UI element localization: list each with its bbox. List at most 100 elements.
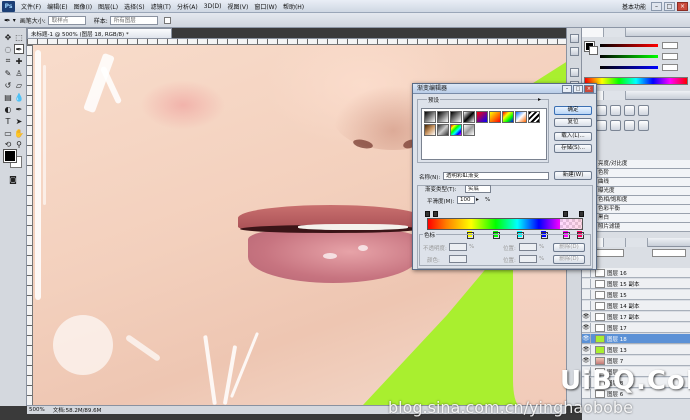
- layer-row[interactable]: 图层 14 副本: [582, 300, 690, 311]
- menu-filter[interactable]: 滤镜(T): [148, 2, 174, 11]
- gradient-tool-icon[interactable]: ▤: [3, 92, 13, 102]
- adjustment-preset-row[interactable]: 曲线: [596, 178, 690, 187]
- preset-swatch[interactable]: [450, 111, 462, 123]
- brightness-contrast-icon[interactable]: [596, 105, 607, 116]
- dialog-minimize-icon[interactable]: –: [562, 85, 572, 93]
- preset-swatch[interactable]: [424, 111, 436, 123]
- 3d-tool-icon[interactable]: ⟲: [3, 139, 13, 149]
- preset-swatch[interactable]: [476, 111, 488, 123]
- opacity-field[interactable]: [652, 249, 686, 257]
- opacity-stop[interactable]: [425, 211, 430, 217]
- color-spectrum-bar[interactable]: [584, 77, 688, 85]
- opacity-stop[interactable]: [433, 211, 438, 217]
- eye-icon[interactable]: [582, 289, 591, 300]
- document-tab[interactable]: 未标题-1 @ 500% (图层 18, RGB/8) *: [27, 28, 172, 38]
- type-tool-icon[interactable]: T: [3, 116, 13, 126]
- opacity-stop[interactable]: [579, 211, 584, 217]
- menu-help[interactable]: 帮助(H): [280, 2, 307, 11]
- workspace-switcher[interactable]: 基本功能: [617, 2, 651, 11]
- adjustment-preset-row[interactable]: 色阶: [596, 169, 690, 178]
- minimize-icon[interactable]: –: [651, 1, 662, 11]
- ok-button[interactable]: 确定: [554, 106, 592, 115]
- menu-select[interactable]: 选择(S): [121, 2, 148, 11]
- hue-saturation-icon[interactable]: [610, 120, 621, 131]
- eye-icon[interactable]: 👁: [582, 344, 591, 355]
- healing-tool-icon[interactable]: ✚: [14, 56, 24, 66]
- opacity-stop[interactable]: [563, 211, 568, 217]
- eye-icon[interactable]: [582, 278, 591, 289]
- presets-menu-icon[interactable]: ▸: [538, 96, 541, 103]
- preset-swatch[interactable]: [463, 111, 475, 123]
- eyedropper-icon[interactable]: ✒: [4, 16, 11, 25]
- eye-icon[interactable]: 👁: [582, 322, 591, 333]
- quick-mask-icon[interactable]: ◙: [8, 174, 18, 184]
- show-ring-checkbox[interactable]: [163, 16, 171, 24]
- actions-panel-icon[interactable]: [570, 47, 579, 56]
- history-brush-icon[interactable]: ↺: [3, 80, 13, 90]
- layer-row[interactable]: 👁 图层 17 副本: [582, 311, 690, 322]
- levels-icon[interactable]: [610, 105, 621, 116]
- eraser-tool-icon[interactable]: ▱: [14, 80, 24, 90]
- menu-file[interactable]: 文件(F): [18, 2, 44, 11]
- layer-row[interactable]: 图层 15 副本: [582, 278, 690, 289]
- save-button[interactable]: 存储(S)...: [554, 144, 592, 153]
- menu-edit[interactable]: 编辑(E): [44, 2, 70, 11]
- gradient-name-field[interactable]: 透明彩虹渐变: [443, 172, 549, 180]
- layer-row[interactable]: 👁 图层 7: [582, 355, 690, 366]
- red-value-field[interactable]: [662, 42, 678, 49]
- curves-icon[interactable]: [624, 105, 635, 116]
- menu-3d[interactable]: 3D(D): [201, 3, 225, 10]
- eye-icon[interactable]: 👁: [582, 333, 591, 344]
- preset-swatch[interactable]: [528, 111, 540, 123]
- green-slider[interactable]: [600, 55, 658, 58]
- dialog-maximize-icon[interactable]: □: [573, 85, 583, 93]
- vibrance-icon[interactable]: [596, 120, 607, 131]
- brush-tool-icon[interactable]: ✎: [3, 68, 13, 78]
- lasso-tool-icon[interactable]: ◌: [3, 44, 13, 54]
- brush-panel-icon[interactable]: [570, 68, 579, 77]
- exposure-icon[interactable]: [638, 105, 649, 116]
- color-balance-icon[interactable]: [624, 120, 635, 131]
- menu-image[interactable]: 图像(I): [71, 2, 95, 11]
- adjustment-preset-row[interactable]: 色彩平衡: [596, 205, 690, 214]
- layer-row[interactable]: 图层 15: [582, 289, 690, 300]
- adjustment-preset-row[interactable]: 亮度/对比度: [596, 160, 690, 169]
- preset-swatch[interactable]: [450, 124, 462, 136]
- sample-select[interactable]: 所有图层: [109, 15, 158, 25]
- new-gradient-button[interactable]: 新建(W): [554, 171, 592, 180]
- preset-swatch[interactable]: [489, 111, 501, 123]
- adjustment-preset-row[interactable]: 照片滤镜: [596, 223, 690, 232]
- gradient-preview-bar[interactable]: [427, 218, 583, 230]
- maximize-icon[interactable]: □: [664, 1, 675, 11]
- shape-tool-icon[interactable]: ▭: [3, 128, 13, 138]
- menu-analysis[interactable]: 分析(A): [174, 2, 201, 11]
- load-button[interactable]: 载入(L)...: [554, 132, 592, 141]
- smoothness-stepper-icon[interactable]: ▸: [476, 196, 479, 203]
- menu-view[interactable]: 视图(V): [225, 2, 252, 11]
- stamp-tool-icon[interactable]: ♙: [14, 68, 24, 78]
- layer-row[interactable]: 👁 图层 13: [582, 344, 690, 355]
- preset-swatch[interactable]: [437, 124, 449, 136]
- pen-tool-icon[interactable]: ✒: [14, 104, 24, 114]
- layer-row[interactable]: 图层 16: [582, 267, 690, 278]
- zoom-level[interactable]: 500%: [29, 407, 45, 413]
- eye-icon[interactable]: 👁: [582, 355, 591, 366]
- move-tool-icon[interactable]: ✥: [3, 32, 13, 42]
- eyedropper-tool-icon[interactable]: ✒: [14, 44, 24, 54]
- preset-swatch[interactable]: [502, 111, 514, 123]
- preset-swatch[interactable]: [515, 111, 527, 123]
- crop-tool-icon[interactable]: ⌗: [3, 56, 13, 66]
- menu-layer[interactable]: 图层(L): [95, 2, 121, 11]
- layer-row[interactable]: 👁 图层 17: [582, 322, 690, 333]
- reset-button[interactable]: 复位: [554, 118, 592, 127]
- tab-color[interactable]: [582, 28, 604, 37]
- tab-paths[interactable]: [626, 238, 648, 247]
- brush-size-select[interactable]: 取样点: [47, 15, 86, 25]
- adjustment-preset-row[interactable]: 黑白: [596, 214, 690, 223]
- blue-slider[interactable]: [600, 66, 658, 69]
- black-white-icon[interactable]: [638, 120, 649, 131]
- menu-window[interactable]: 窗口(W): [251, 2, 280, 11]
- dodge-tool-icon[interactable]: ◐: [3, 104, 13, 114]
- tab-swatches[interactable]: [604, 28, 626, 37]
- tab-channels[interactable]: [604, 238, 626, 247]
